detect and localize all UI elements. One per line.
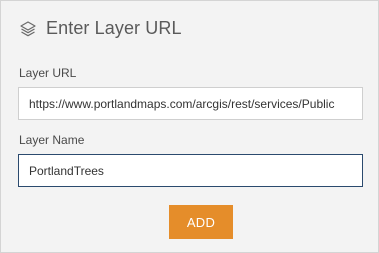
layer-url-input[interactable]: [18, 87, 363, 120]
layers-icon: [19, 20, 37, 38]
add-layer-panel: Enter Layer URL Layer URL Layer Name ADD: [0, 0, 379, 253]
panel-title: Enter Layer URL: [46, 18, 182, 38]
layer-name-label: Layer Name: [19, 133, 85, 147]
layer-url-label: Layer URL: [19, 66, 77, 80]
add-button[interactable]: ADD: [169, 205, 233, 239]
panel-header: Enter Layer URL: [19, 18, 182, 39]
layer-name-input[interactable]: [18, 154, 363, 187]
